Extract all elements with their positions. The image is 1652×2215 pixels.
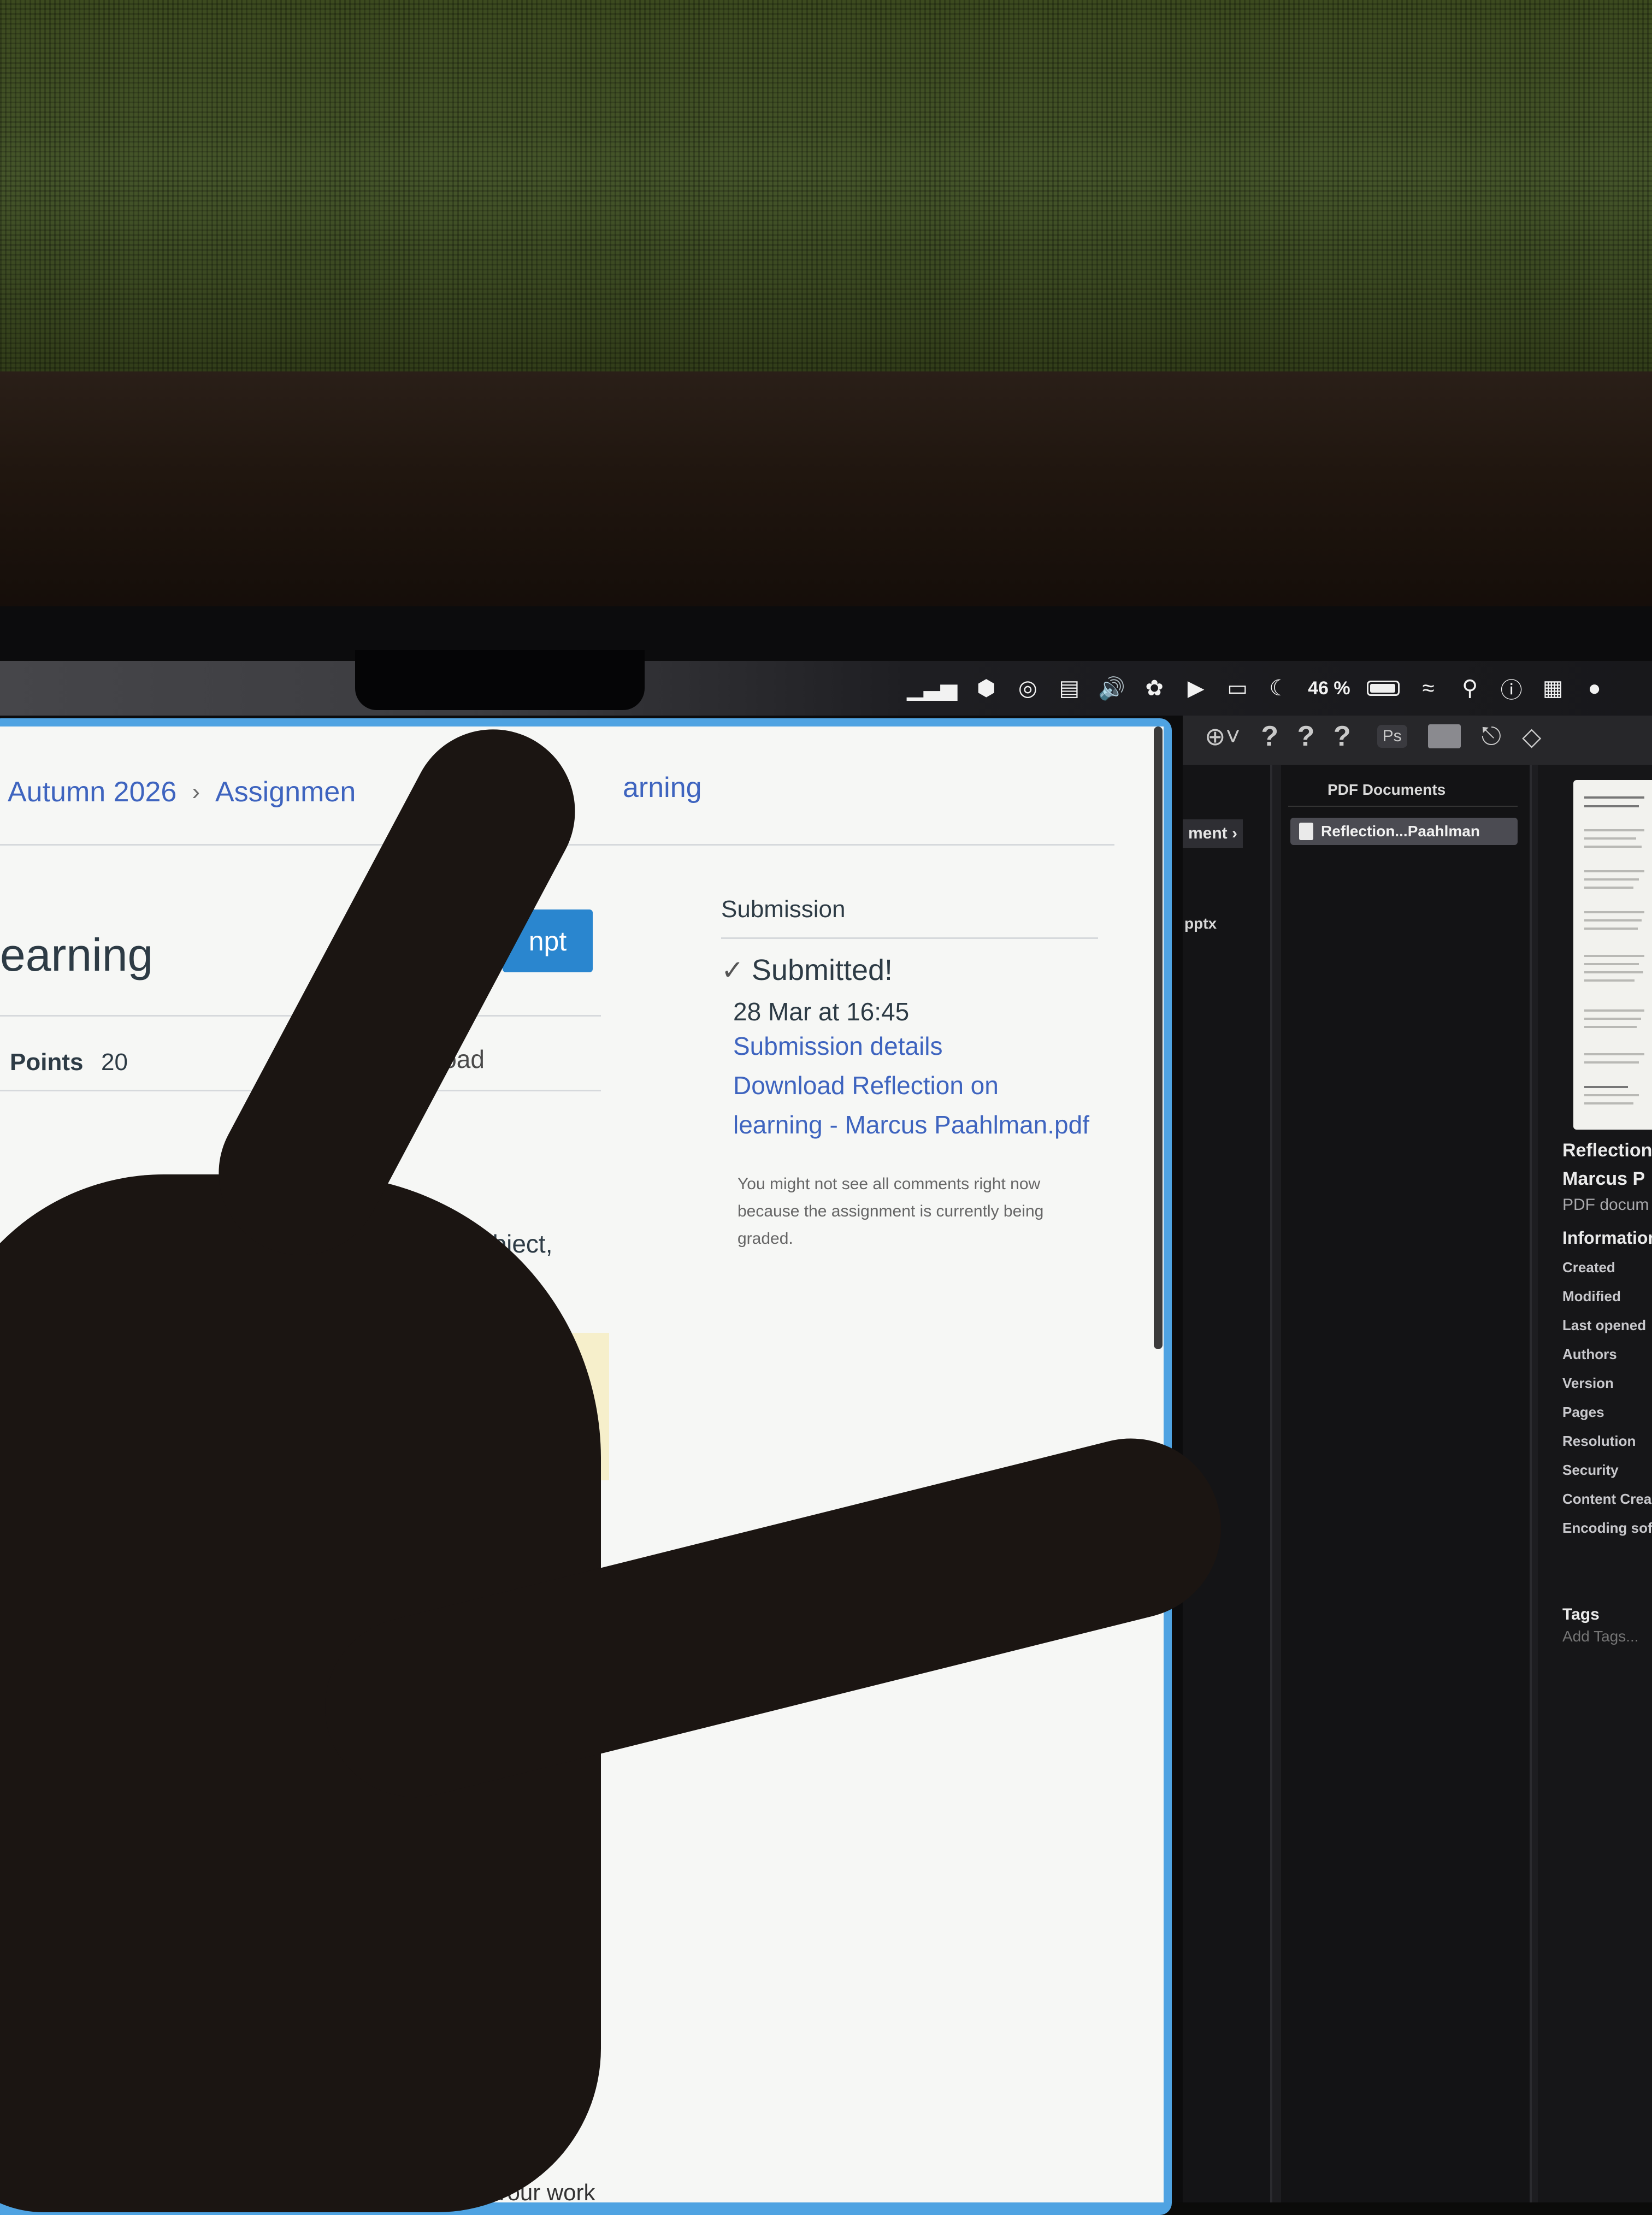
wifi-icon[interactable]: ≈ xyxy=(1416,676,1441,701)
column-divider[interactable] xyxy=(1530,765,1532,2202)
points-value: 20 xyxy=(101,1049,128,1076)
pdf-file-icon xyxy=(1299,823,1313,840)
clipboard-icon[interactable]: ▤ xyxy=(1057,676,1082,701)
folder-icon[interactable] xyxy=(1427,724,1461,748)
submission-status: ✓ Submitted! xyxy=(721,953,1098,987)
folder-item-label: ment xyxy=(1188,824,1228,842)
selected-file[interactable]: Reflection...Paahlman xyxy=(1290,818,1518,845)
information-heading[interactable]: Information xyxy=(1562,1222,1652,1253)
control-center-icon[interactable]: ▦ xyxy=(1541,676,1566,701)
submission-date: 28 Mar at 16:45 xyxy=(733,997,910,1026)
bluetooth-icon[interactable]: ✿ xyxy=(1142,676,1167,701)
chevron-right-icon: › xyxy=(1227,824,1237,842)
info-row-pages: Pages xyxy=(1562,1404,1604,1420)
submission-panel: Submission ✓ Submitted! 28 Mar at 16:45 … xyxy=(721,896,1098,1253)
background-leather xyxy=(0,371,1652,623)
volume-icon[interactable]: 🔊 xyxy=(1098,676,1125,701)
tag-icon[interactable]: ◇ xyxy=(1522,722,1541,751)
breadcrumb: Autumn 2026 › Assignmen xyxy=(8,776,356,808)
submission-heading: Submission xyxy=(721,896,846,923)
column-divider[interactable] xyxy=(1270,765,1272,2202)
breadcrumb-assignments[interactable]: Assignmen xyxy=(215,776,356,808)
chevron-right-icon: › xyxy=(192,778,200,805)
camera-notch xyxy=(355,650,645,710)
search-icon[interactable]: ⚲ xyxy=(1458,676,1483,701)
radar-icon[interactable]: ◎ xyxy=(1015,676,1040,701)
add-tags-input[interactable] xyxy=(1562,1628,1650,1645)
submission-divider xyxy=(721,937,1098,939)
folder-item[interactable]: ment › xyxy=(1183,819,1243,848)
info-row-authors: Authors xyxy=(1562,1346,1617,1362)
column-header: PDF Documents xyxy=(1328,781,1446,798)
file-name-line-2: Marcus P xyxy=(1562,1168,1645,1189)
info-icon[interactable]: ⓘ xyxy=(1499,672,1524,704)
battery-percent[interactable]: 46 % xyxy=(1308,678,1350,699)
display-icon[interactable]: ▭ xyxy=(1225,676,1250,701)
assignment-title: earning xyxy=(0,929,154,980)
page-scrollbar[interactable] xyxy=(1154,726,1163,1349)
info-row-last-opened: Last opened xyxy=(1562,1317,1647,1333)
selected-file-name: Reflection...Paahlman xyxy=(1321,823,1480,840)
tags-heading: Tags xyxy=(1562,1605,1600,1623)
info-row-security: Security xyxy=(1562,1462,1619,1478)
photoshop-icon[interactable]: Ps xyxy=(1377,725,1407,748)
file-item[interactable]: pptx xyxy=(1184,915,1217,932)
info-row-created: Created xyxy=(1562,1259,1615,1275)
check-icon: ✓ xyxy=(721,955,744,985)
info-row-version: Version xyxy=(1562,1375,1614,1391)
breadcrumb-course[interactable]: Autumn 2026 xyxy=(8,776,176,808)
battery-icon[interactable] xyxy=(1366,681,1400,696)
menu-bar-status-icons: ▁▃▅ ⬢ ◎ ▤ 🔊 ✿ ▶ ▭ ☾ 46 % ≈ ⚲ ⓘ ▦ ● xyxy=(907,664,1607,713)
finder-toolbar-items: ⊕˅ ? ? ? Ps ⎋ ◇ xyxy=(1205,720,1541,753)
question-mark-icons[interactable]: ? ? ? xyxy=(1261,720,1356,753)
breadcrumb-current[interactable]: arning xyxy=(623,771,702,804)
finder-column-2 xyxy=(1281,765,1530,2202)
download-submission-link-cont[interactable]: learning - Marcus Paahlman.pdf xyxy=(733,1105,1098,1144)
download-submission-link[interactable]: Download Reflection on xyxy=(733,1066,1098,1105)
info-row-resolution: Resolution xyxy=(1562,1433,1636,1449)
background-fabric xyxy=(0,0,1652,393)
istat-menus-icon[interactable]: ▁▃▅ xyxy=(907,676,957,701)
info-row-encoding-software: Encoding sof xyxy=(1562,1520,1652,1536)
play-icon[interactable]: ▶ xyxy=(1183,676,1208,701)
file-kind: PDF docum xyxy=(1562,1196,1649,1214)
tags-section: Tags xyxy=(1562,1602,1650,1645)
submission-details-link[interactable]: Submission details xyxy=(733,1026,1098,1066)
share-icon[interactable]: ⎋ xyxy=(1482,721,1501,752)
column-header-divider xyxy=(1288,806,1518,807)
file-name-line-1: Reflection xyxy=(1562,1140,1652,1161)
app-hex-icon[interactable]: ⬢ xyxy=(974,676,999,701)
grading-note: You might not see all comments right now… xyxy=(738,1175,1044,1248)
points-label: Points xyxy=(10,1049,84,1076)
file-info-panel: Reflection Marcus P PDF docum Informatio… xyxy=(1562,1136,1652,1543)
info-row-content-creator: Content Crea xyxy=(1562,1491,1652,1507)
pdf-preview-thumbnail[interactable] xyxy=(1573,780,1652,1130)
submission-status-text: Submitted! xyxy=(751,954,893,987)
more-options-icon[interactable]: ⊕˅ xyxy=(1205,722,1240,751)
moon-icon[interactable]: ☾ xyxy=(1266,676,1291,701)
siri-icon[interactable]: ● xyxy=(1582,676,1607,701)
info-row-modified: Modified xyxy=(1562,1288,1621,1304)
